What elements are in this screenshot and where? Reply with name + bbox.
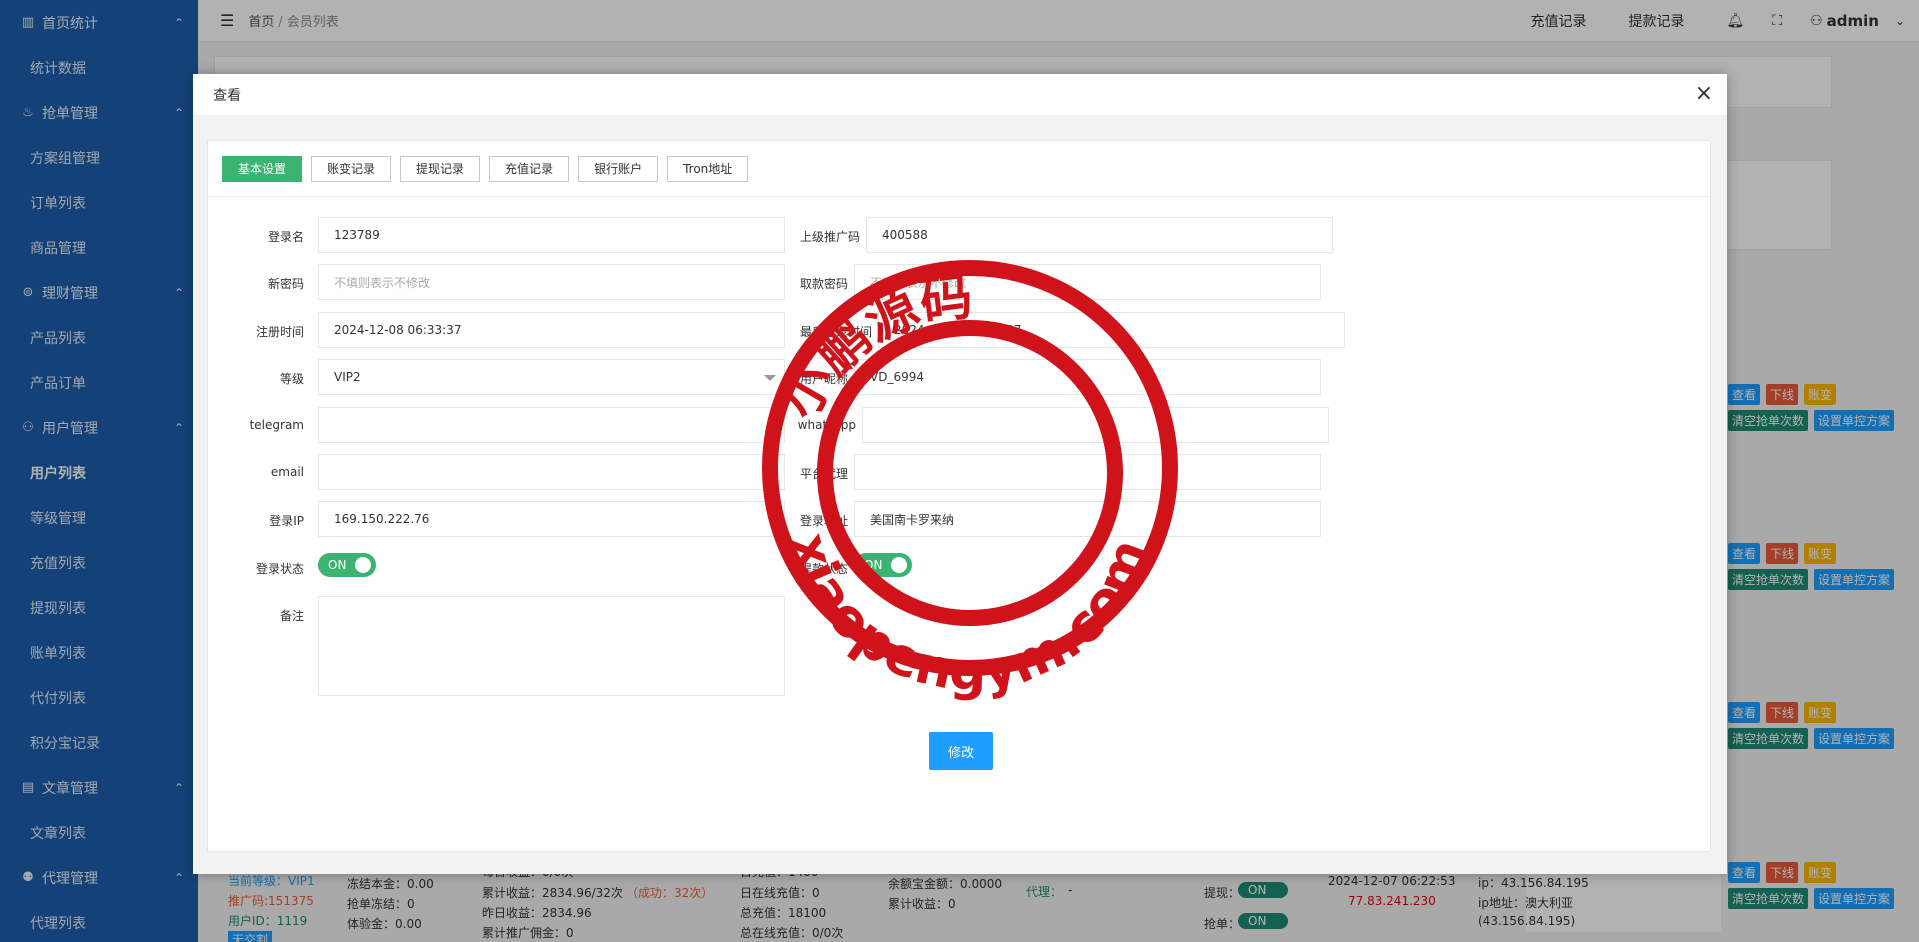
- whatsapp-label: whatsapp: [797, 418, 856, 432]
- tab-1[interactable]: 账变记录: [311, 155, 392, 182]
- select-arrow-icon: [764, 375, 776, 381]
- tab-2[interactable]: 提现记录: [400, 155, 481, 182]
- login-ip-label: 登录IP: [269, 514, 304, 528]
- remark-label: 备注: [279, 609, 304, 623]
- modal-title: 查看: [193, 74, 1727, 116]
- level-selected-value: VIP2: [334, 370, 361, 384]
- form-card: 基本设置 账变记录 提现记录 充值记录 银行账户 Tron地址 登录名 123789 新密…: [207, 140, 1711, 852]
- new-password-label: 新密码: [267, 277, 304, 291]
- register-time-input[interactable]: 2024-12-08 06:33:37: [318, 312, 785, 348]
- login-name-input[interactable]: 123789: [318, 217, 785, 253]
- tab-3[interactable]: 充值记录: [489, 155, 570, 182]
- login-status-text: ON: [328, 558, 347, 572]
- email-label: email: [270, 465, 304, 479]
- tab-5[interactable]: Tron地址: [667, 155, 749, 182]
- toggle-knob: [891, 557, 907, 573]
- login-location-label: 登录地址: [799, 514, 848, 528]
- register-time-label: 注册时间: [255, 325, 304, 339]
- nickname-input[interactable]: VD_6994: [854, 359, 1321, 395]
- login-status-label: 登录状态: [255, 562, 304, 576]
- tab-0[interactable]: 基本设置: [222, 155, 303, 182]
- withdraw-password-input[interactable]: 不填则表示不修改: [854, 264, 1321, 300]
- last-login-time-input[interactable]: 2024-12-08 06:33:37: [878, 312, 1345, 348]
- login-status-toggle[interactable]: ON: [318, 553, 376, 577]
- withdraw-status-toggle[interactable]: ON: [854, 553, 912, 577]
- withdraw-status-label: 提款状态: [799, 562, 848, 576]
- login-name-label: 登录名: [267, 230, 304, 244]
- tab-4[interactable]: 银行账户: [578, 155, 659, 182]
- new-password-input[interactable]: 不填则表示不修改: [318, 264, 785, 300]
- platform-agent-input[interactable]: [854, 454, 1321, 490]
- parent-code-label: 上级推广码: [799, 230, 860, 244]
- telegram-input[interactable]: [318, 407, 785, 443]
- tab-bar: 基本设置 账变记录 提现记录 充值记录 银行账户 Tron地址: [208, 141, 1710, 197]
- level-select[interactable]: VIP2: [318, 359, 785, 395]
- login-ip-input[interactable]: 169.150.222.76: [318, 501, 785, 537]
- parent-code-input[interactable]: 400588: [866, 217, 1333, 253]
- remark-textarea[interactable]: [318, 596, 785, 696]
- withdraw-status-text: ON: [864, 558, 883, 572]
- platform-agent-label: 平台代理: [799, 467, 848, 481]
- nickname-label: 用户昵称: [799, 372, 848, 386]
- view-modal: 查看 × 基本设置 账变记录 提现记录 充值记录 银行账户 Tron地址 登录名 1237…: [193, 74, 1727, 874]
- withdraw-password-label: 取款密码: [799, 277, 848, 291]
- whatsapp-input[interactable]: [862, 407, 1329, 443]
- last-login-time-label: 最后登录时间: [799, 325, 872, 339]
- submit-button[interactable]: 修改: [929, 732, 993, 770]
- telegram-label: telegram: [249, 418, 304, 432]
- email-input[interactable]: [318, 454, 785, 490]
- close-icon[interactable]: ×: [1695, 83, 1713, 105]
- login-location-input[interactable]: 美国南卡罗来纳: [854, 501, 1321, 537]
- level-label: 等级: [279, 372, 304, 386]
- toggle-knob: [355, 557, 371, 573]
- modal-body: 基本设置 账变记录 提现记录 充值记录 银行账户 Tron地址 登录名 123789 新密…: [193, 116, 1727, 874]
